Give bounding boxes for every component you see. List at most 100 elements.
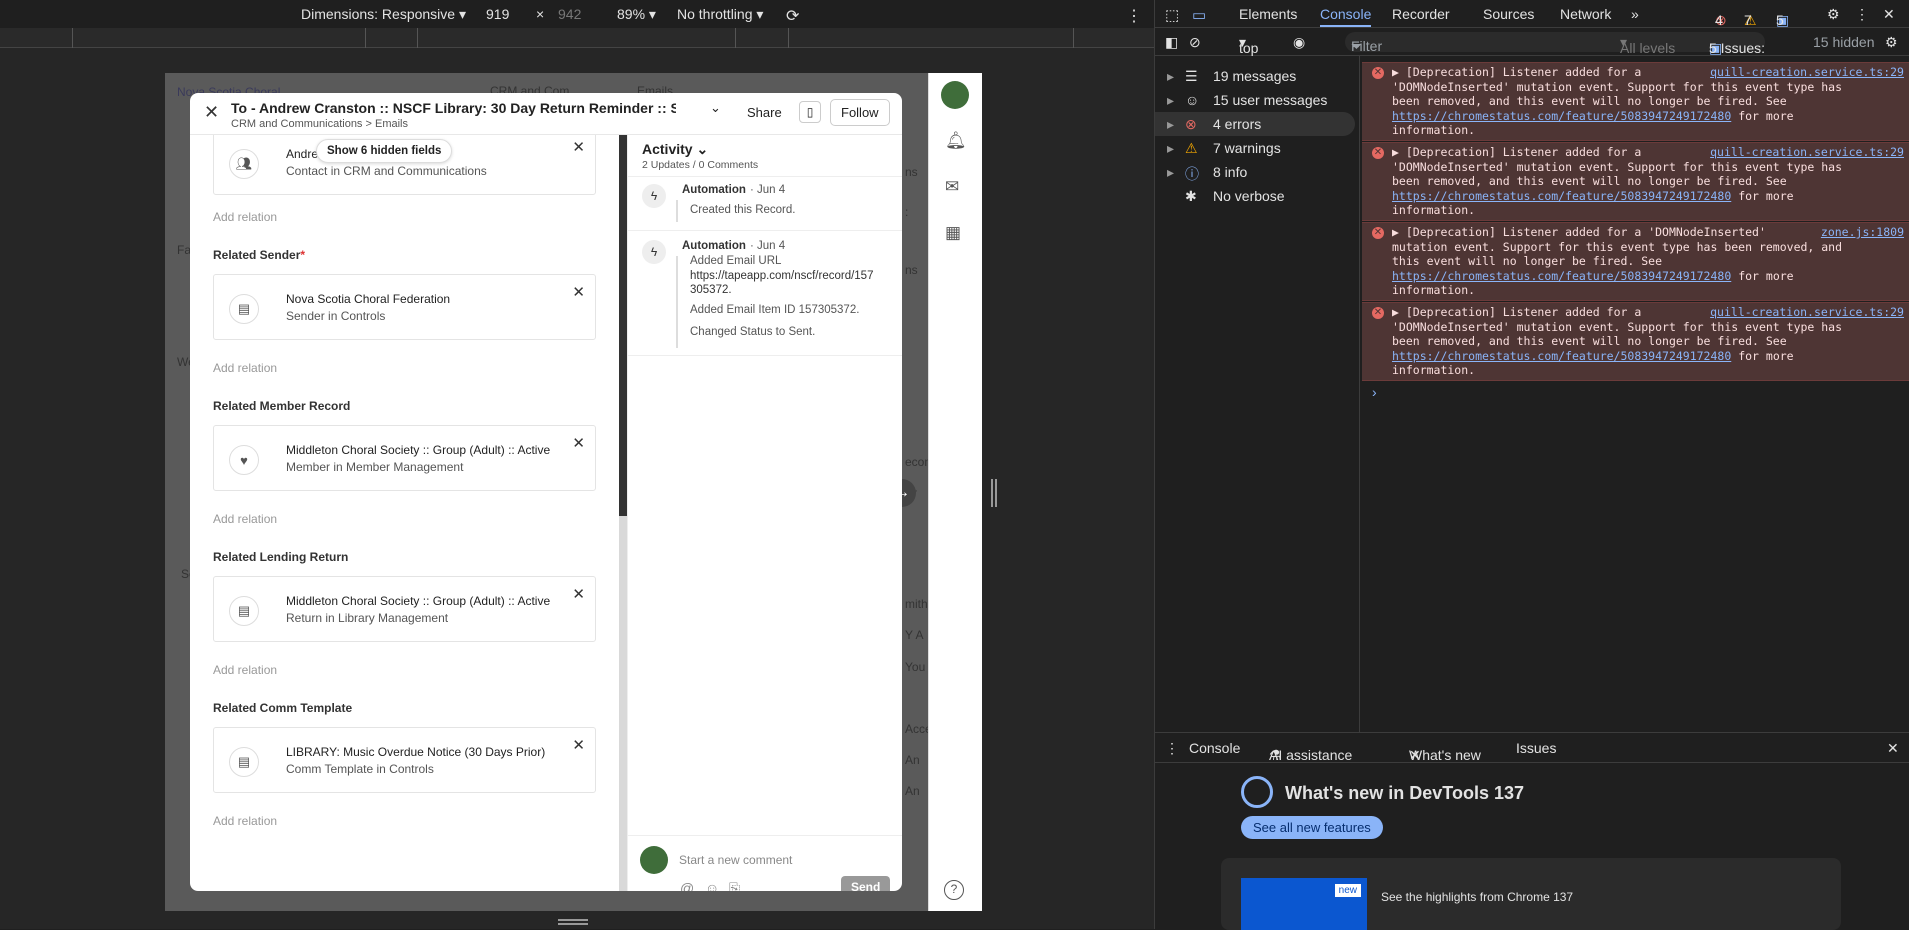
zoom-dropdown[interactable]: 89% ▾	[617, 6, 656, 23]
resize-handle-right[interactable]	[991, 479, 997, 507]
sidebar-item-verbose[interactable]: ✱ No verbose	[1155, 184, 1355, 208]
add-relation-link[interactable]: Add relation	[213, 512, 277, 526]
clear-console-icon[interactable]: ⊘	[1189, 34, 1201, 51]
console-error-row[interactable]: ✕ ▶ [Deprecation] Listener added for a q…	[1362, 302, 1909, 381]
section-label: Related Comm Template	[213, 701, 353, 715]
close-icon[interactable]: ✕	[1883, 6, 1895, 23]
sidebar-item-warnings[interactable]: ▸ ⚠ 7 warnings	[1155, 136, 1355, 160]
relation-card-comm-template[interactable]: ▤ LIBRARY: Music Overdue Notice (30 Days…	[213, 727, 596, 793]
right-rail: 🔔︎ ✉ ▦ ?	[928, 73, 982, 911]
close-icon[interactable]: ✕	[204, 102, 219, 123]
highlights-image: new	[1241, 878, 1367, 930]
more-options-icon[interactable]: ⋮	[1855, 6, 1869, 23]
gear-icon[interactable]: ⚙	[1827, 6, 1840, 23]
chromestatus-link[interactable]: https://chromestatus.com/feature/5083947…	[1392, 269, 1731, 283]
throttling-dropdown[interactable]: No throttling ▾	[677, 6, 763, 23]
add-relation-link[interactable]: Add relation	[213, 814, 277, 828]
gear-icon[interactable]: ⚙	[1885, 34, 1898, 51]
breadcrumb-app[interactable]: CRM and Communications	[231, 118, 362, 130]
relation-card-member[interactable]: ♥ Middleton Choral Society :: Group (Adu…	[213, 425, 596, 491]
relation-card-lending-return[interactable]: ▤ Middleton Choral Society :: Group (Adu…	[213, 576, 596, 642]
source-link[interactable]: quill-creation.service.ts:29	[1710, 65, 1904, 80]
tab-recorder[interactable]: Recorder	[1392, 6, 1450, 22]
remove-relation-icon[interactable]: ✕	[572, 283, 585, 301]
console-prompt[interactable]: ›	[1372, 384, 1377, 400]
bell-icon[interactable]: 🔔︎	[945, 131, 967, 151]
chromestatus-link[interactable]: https://chromestatus.com/feature/5083947…	[1392, 349, 1731, 363]
bookmark-icon[interactable]: ▯	[799, 101, 821, 123]
more-options-icon[interactable]: ⋮	[1126, 6, 1142, 26]
chromestatus-link[interactable]: https://chromestatus.com/feature/5083947…	[1392, 189, 1731, 203]
remove-relation-icon[interactable]: ✕	[572, 138, 585, 156]
eye-icon[interactable]: ◉	[1293, 34, 1305, 51]
add-relation-link[interactable]: Add relation	[213, 361, 277, 375]
activity-counts: 2 Updates / 0 Comments	[642, 159, 759, 171]
chevron-down-icon: ⌄	[696, 141, 709, 157]
context-selector[interactable]: top ▾	[1239, 34, 1258, 56]
drawer-tab-issues[interactable]: Issues	[1516, 740, 1556, 756]
resize-handle-bottom[interactable]	[558, 919, 588, 925]
sidebar-toggle-icon[interactable]: ◧	[1165, 34, 1178, 51]
attachment-icon[interactable]: ⎘	[729, 880, 740, 891]
inspect-icon[interactable]: ⬚	[1165, 6, 1179, 24]
see-all-features-button[interactable]: See all new features	[1241, 816, 1383, 839]
tab-network[interactable]: Network	[1560, 6, 1611, 22]
sidebar-item-info[interactable]: ▸ ⓘ 8 info	[1155, 160, 1355, 184]
rotate-icon[interactable]: ⟳	[786, 6, 799, 26]
highlights-card[interactable]: new See the highlights from Chrome 137	[1221, 858, 1841, 930]
mention-icon[interactable]: @	[680, 880, 694, 891]
scrollbar[interactable]	[619, 135, 627, 891]
source-link[interactable]: zone.js:1809	[1821, 225, 1904, 240]
emoji-icon[interactable]: ☺	[705, 880, 719, 891]
close-drawer-icon[interactable]: ✕	[1887, 740, 1899, 757]
send-button[interactable]: Send	[841, 876, 891, 891]
calendar-icon[interactable]: ▦	[945, 223, 961, 243]
section-label: Related Sender*	[213, 248, 306, 262]
show-hidden-fields-button[interactable]: Show 6 hidden fields	[316, 139, 453, 163]
console-error-row[interactable]: ✕ ▶ [Deprecation] Listener added for a q…	[1362, 62, 1909, 141]
drawer-menu-icon[interactable]: ⋮	[1165, 740, 1179, 757]
device-toggle-icon[interactable]: ▭	[1192, 6, 1206, 24]
media-query-ruler[interactable]	[0, 28, 1154, 48]
breadcrumb-table[interactable]: Emails	[375, 118, 408, 130]
dimensions-dropdown[interactable]: Dimensions: Responsive ▾	[301, 6, 466, 23]
drawer-tab-console[interactable]: Console	[1189, 740, 1240, 756]
share-button[interactable]: Share	[747, 105, 782, 120]
sidebar-item-errors[interactable]: ▸ ⊗ 4 errors	[1155, 112, 1355, 136]
email-url-link[interactable]: https://tapeapp.com/nscf/record/157	[690, 270, 873, 282]
height-input[interactable]: 942	[558, 6, 581, 22]
more-tabs-icon[interactable]: »	[1631, 6, 1639, 22]
remove-relation-icon[interactable]: ✕	[572, 736, 585, 754]
tab-elements[interactable]: Elements	[1239, 6, 1297, 22]
add-relation-link[interactable]: Add relation	[213, 663, 277, 677]
remove-relation-icon[interactable]: ✕	[572, 434, 585, 452]
source-link[interactable]: quill-creation.service.ts:29	[1710, 145, 1904, 160]
add-relation-link[interactable]: Add relation	[213, 210, 277, 224]
scrollbar-thumb[interactable]	[619, 135, 627, 516]
remove-relation-icon[interactable]: ✕	[572, 585, 585, 603]
relation-card-sender[interactable]: ▤ Nova Scotia Choral Federation Sender i…	[213, 274, 596, 340]
tab-console[interactable]: Console	[1320, 6, 1372, 27]
tab-sources[interactable]: Sources	[1483, 6, 1534, 22]
help-icon[interactable]: ?	[944, 880, 964, 900]
comment-input[interactable]: Start a new comment	[679, 853, 792, 867]
follow-button[interactable]: Follow	[830, 99, 890, 126]
avatar[interactable]	[941, 81, 969, 109]
activity-title[interactable]: Activity ⌄	[642, 141, 708, 158]
console-error-row[interactable]: ✕ ▶ [Deprecation] Listener added for a '…	[1362, 222, 1909, 301]
highlights-text: See the highlights from Chrome 137	[1381, 890, 1574, 904]
chevron-down-icon[interactable]: ⌄	[710, 100, 721, 116]
mail-icon[interactable]: ✉	[945, 177, 959, 197]
console-sidebar: ▸ ☰ 19 messages ▸ ☺ 15 user messages ▸ ⊗ 4 err…	[1155, 56, 1360, 732]
chromestatus-link[interactable]: https://chromestatus.com/feature/5083947…	[1392, 109, 1731, 123]
width-input[interactable]: 919	[486, 6, 509, 22]
fields-pane: 👥︎ Andrew C Contact in CRM and Communica…	[190, 135, 622, 891]
sidebar-item-user-messages[interactable]: ▸ ☺ 15 user messages	[1155, 88, 1355, 112]
levels-dropdown[interactable]: All levels ▾	[1620, 34, 1675, 56]
sidebar-item-messages[interactable]: ▸ ☰ 19 messages	[1155, 64, 1355, 88]
relation-name: Nova Scotia Choral Federation	[286, 292, 451, 306]
console-error-row[interactable]: ✕ ▶ [Deprecation] Listener added for a q…	[1362, 142, 1909, 221]
source-link[interactable]: quill-creation.service.ts:29	[1710, 305, 1904, 320]
filter-input[interactable]: ⏷ Filter	[1345, 32, 1765, 54]
page-title: To - Andrew Cranston :: NSCF Library: 30…	[231, 100, 676, 116]
